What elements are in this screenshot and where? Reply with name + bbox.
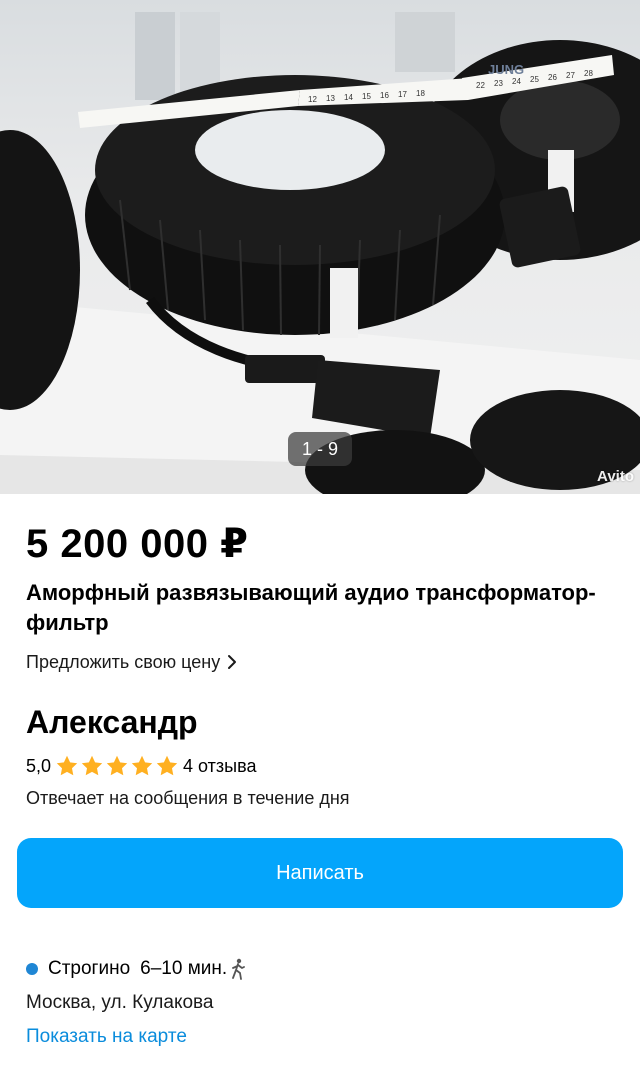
image-counter: 1 - 9 [288, 432, 352, 466]
listing-info: 5 200 000 ₽ Аморфный развязывающий аудио… [0, 520, 640, 810]
rating-stars [55, 754, 179, 778]
offer-price-label: Предложить свою цену [26, 652, 221, 672]
ruler-tick-label: 17 [398, 90, 407, 99]
ruler-tick-label: 27 [566, 71, 575, 80]
address: Москва, ул. Кулакова [26, 992, 214, 1013]
ruler-tick-label: 25 [530, 75, 539, 84]
ruler-tick-label: 14 [344, 93, 353, 102]
star-icon [106, 755, 128, 776]
ruler-tick-label: 22 [476, 81, 485, 90]
listing-title: Аморфный развязывающий аудио трансформат… [26, 580, 596, 635]
ruler-tick-label: 13 [326, 94, 335, 103]
walking-person-icon [232, 958, 246, 980]
metro-line-dot [26, 963, 38, 975]
rating-value: 5,0 [26, 756, 52, 776]
ruler-tick-label: 16 [380, 91, 389, 100]
ruler-tick-label: 24 [512, 77, 521, 86]
star-icon [156, 755, 178, 776]
star-icon [81, 755, 103, 776]
ruler-brand: JUNG [488, 62, 524, 77]
write-message-button[interactable]: Написать [17, 838, 623, 908]
reviews-count: 4 отзыва [183, 756, 257, 776]
product-photo: 12 13 14 15 16 17 18 22 23 24 25 26 27 2… [0, 12, 640, 494]
photo-gallery[interactable]: 12 13 14 15 16 17 18 22 23 24 25 26 27 2… [0, 0, 640, 494]
ruler-tick-label: 15 [362, 92, 371, 101]
seller-name[interactable]: Александр [26, 702, 614, 742]
avito-watermark: Avito [597, 468, 634, 485]
ruler-tick-label: 12 [308, 95, 317, 104]
reply-time: Отвечает на сообщения в течение дня [26, 788, 350, 808]
offer-price-link[interactable]: Предложить свою цену [26, 650, 614, 674]
metro-station: Строгино 6–10 мин. [26, 956, 614, 982]
ruler-tick-label: 26 [548, 73, 557, 82]
star-icon [131, 755, 153, 776]
seller-rating[interactable]: 5,0 4 отзыва [26, 754, 614, 778]
ruler-tick-label: 23 [494, 79, 503, 88]
metro-name: Строгино [48, 958, 131, 979]
show-on-map-link[interactable]: Показать на карте [26, 1024, 614, 1050]
ruler-tick-label: 28 [584, 69, 593, 78]
price: 5 200 000 ₽ [26, 522, 249, 566]
ruler-tick-label: 18 [416, 89, 425, 98]
star-icon [56, 755, 78, 776]
walk-time: 6–10 мин. [140, 958, 228, 979]
location-block: Строгино 6–10 мин. Москва, ул. Кулакова … [0, 956, 640, 1050]
chevron-right-icon [228, 655, 237, 669]
